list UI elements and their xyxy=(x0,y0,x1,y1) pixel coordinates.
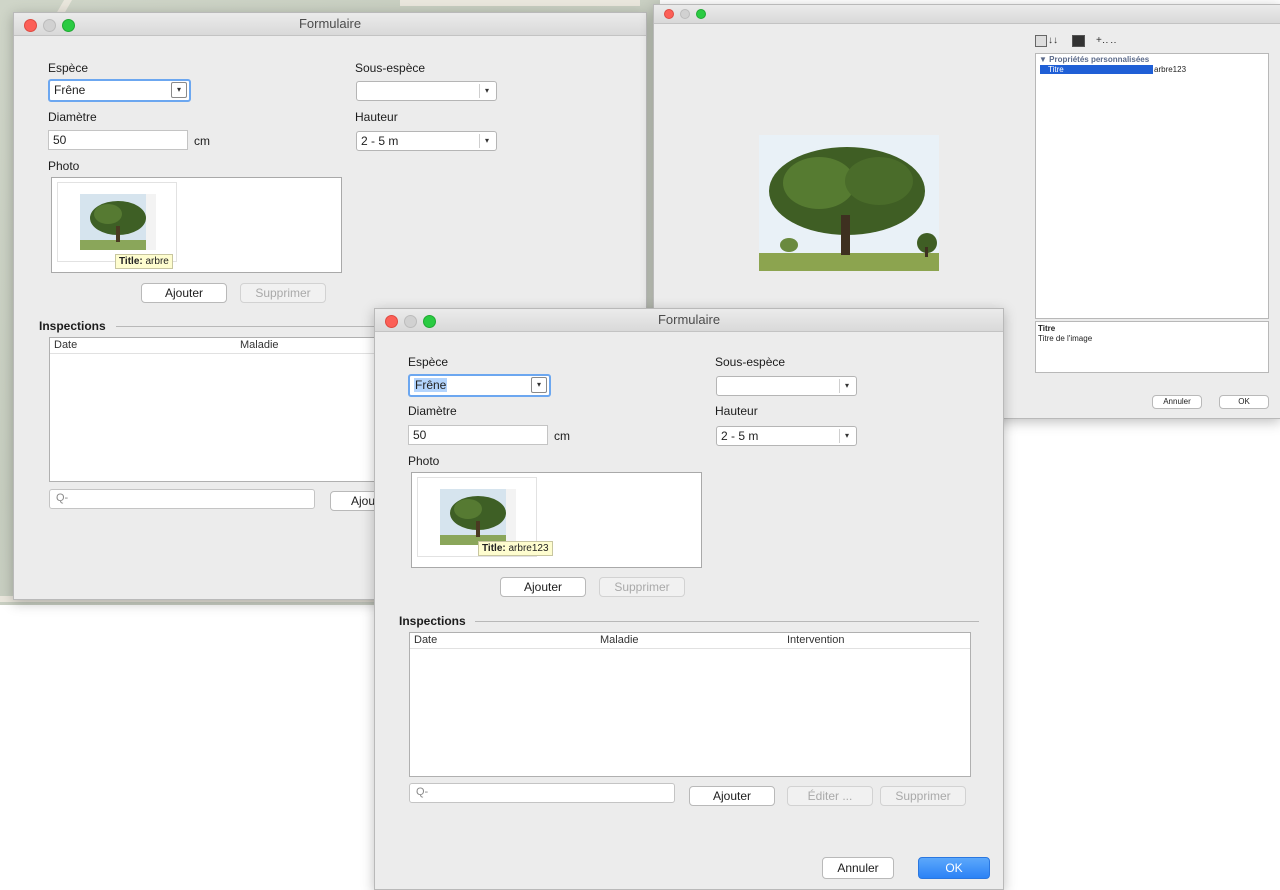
column-intervention[interactable]: Intervention xyxy=(787,634,844,646)
search-icon: Q- xyxy=(56,492,69,504)
ok-button[interactable]: OK xyxy=(1219,395,1269,409)
chevron-down-icon[interactable]: ▾ xyxy=(171,82,187,98)
inspections-table[interactable]: Date Maladie Intervention xyxy=(409,632,971,777)
diametre-value: 50 xyxy=(413,428,427,442)
hauteur-label: Hauteur xyxy=(355,110,398,124)
photo-thumbnail[interactable] xyxy=(57,182,177,262)
hauteur-label: Hauteur xyxy=(715,404,758,418)
search-icon: Q- xyxy=(416,786,429,798)
zoom-icon[interactable] xyxy=(696,9,706,19)
photo-list[interactable] xyxy=(51,177,342,273)
column-maladie[interactable]: Maladie xyxy=(240,339,279,351)
properties-tree[interactable]: ▼ Propriétés personnalisées Titre arbre1… xyxy=(1035,53,1269,319)
chevron-down-icon[interactable]: ▾ xyxy=(839,429,854,443)
desc-text: Titre de l'image xyxy=(1038,334,1093,343)
triangle-icon: ▼ xyxy=(1039,55,1047,64)
delete-photo-button[interactable]: Supprimer xyxy=(599,577,685,597)
chevron-down-icon[interactable]: ▾ xyxy=(479,84,494,98)
photo-label: Photo xyxy=(408,454,440,468)
search-input[interactable]: Q- xyxy=(409,783,675,803)
espece-combo[interactable]: Frêne ▾ xyxy=(408,374,551,397)
espece-value: Frêne xyxy=(414,378,448,392)
hauteur-value: 2 - 5 m xyxy=(361,134,399,148)
delete-photo-button[interactable]: Supprimer xyxy=(240,283,326,303)
hauteur-combo[interactable]: 2 - 5 m ▾ xyxy=(356,131,497,151)
window-title: Formulaire xyxy=(298,16,362,31)
edit-inspection-button[interactable]: Éditer ... xyxy=(787,786,873,806)
column-date[interactable]: Date xyxy=(54,339,77,351)
diametre-input[interactable]: 50 xyxy=(48,130,188,150)
photo-tooltip: Title: arbre xyxy=(115,254,173,269)
diametre-label: Diamètre xyxy=(48,110,97,124)
diametre-value: 50 xyxy=(53,133,67,147)
minimize-icon[interactable] xyxy=(43,19,56,32)
chevron-down-icon[interactable]: ▾ xyxy=(839,379,854,393)
tooltip-value: arbre123 xyxy=(508,543,549,554)
search-input[interactable]: Q- xyxy=(49,489,315,509)
categorized-icon[interactable] xyxy=(1035,35,1047,47)
expand-icon[interactable]: +‥ xyxy=(1096,35,1109,46)
sous-espece-combo[interactable]: ▾ xyxy=(716,376,857,396)
espece-label: Espèce xyxy=(48,61,89,75)
title-bar xyxy=(654,5,1280,24)
photo-tooltip: Title: arbre123 xyxy=(478,541,553,556)
property-key[interactable]: Titre xyxy=(1040,65,1153,74)
add-photo-button[interactable]: Ajouter xyxy=(500,577,586,597)
hauteur-combo[interactable]: 2 - 5 m ▾ xyxy=(716,426,857,446)
section-header[interactable]: ▼ Propriétés personnalisées xyxy=(1039,55,1149,64)
tooltip-value: arbre xyxy=(145,256,169,267)
form-window-front: Formulaire Espèce Frêne ▾ Sous-espèce ▾ … xyxy=(374,308,1004,890)
inspections-label: Inspections xyxy=(399,614,466,628)
hauteur-value: 2 - 5 m xyxy=(721,429,759,443)
espece-label: Espèce xyxy=(408,355,449,369)
close-icon[interactable] xyxy=(664,9,674,19)
column-maladie[interactable]: Maladie xyxy=(600,634,639,646)
table-header: Date Maladie Intervention xyxy=(410,633,970,649)
minimize-icon[interactable] xyxy=(404,315,417,328)
chevron-down-icon[interactable]: ▾ xyxy=(531,377,547,393)
separator xyxy=(475,621,979,622)
property-description: Titre Titre de l'image xyxy=(1035,321,1269,373)
diametre-unit: cm xyxy=(194,134,210,148)
minimize-icon[interactable] xyxy=(680,9,690,19)
column-date[interactable]: Date xyxy=(414,634,437,646)
tree-image xyxy=(440,489,516,545)
espece-value: Frêne xyxy=(54,83,86,97)
window-title: Formulaire xyxy=(657,312,721,327)
sort-icon[interactable]: ↓↓ xyxy=(1048,35,1058,46)
diametre-label: Diamètre xyxy=(408,404,457,418)
table-icon[interactable] xyxy=(1072,35,1085,47)
cancel-button[interactable]: Annuler xyxy=(1152,395,1202,409)
photo-label: Photo xyxy=(48,159,80,173)
tooltip-key: Title: xyxy=(482,543,506,554)
diametre-input[interactable]: 50 xyxy=(408,425,548,445)
tree-image xyxy=(80,194,156,250)
photo-list[interactable] xyxy=(411,472,702,568)
add-photo-button[interactable]: Ajouter xyxy=(141,283,227,303)
delete-inspection-button[interactable]: Supprimer xyxy=(880,786,966,806)
inspections-label: Inspections xyxy=(39,319,106,333)
close-icon[interactable] xyxy=(385,315,398,328)
zoom-icon[interactable] xyxy=(423,315,436,328)
ok-button[interactable]: OK xyxy=(918,857,990,879)
desc-title: Titre xyxy=(1038,324,1056,333)
sous-espece-combo[interactable]: ▾ xyxy=(356,81,497,101)
collapse-icon[interactable]: ‥ xyxy=(1110,35,1117,46)
zoom-icon[interactable] xyxy=(62,19,75,32)
tree-image-large xyxy=(759,135,939,271)
property-value[interactable]: arbre123 xyxy=(1154,65,1186,74)
section-title: Propriétés personnalisées xyxy=(1049,55,1150,64)
title-bar: Formulaire xyxy=(375,309,1003,332)
sous-espece-label: Sous-espèce xyxy=(355,61,426,75)
sous-espece-label: Sous-espèce xyxy=(715,355,786,369)
tooltip-key: Title: xyxy=(119,256,143,267)
title-bar: Formulaire xyxy=(14,13,646,36)
espece-combo[interactable]: Frêne ▾ xyxy=(48,79,191,102)
close-icon[interactable] xyxy=(24,19,37,32)
chevron-down-icon[interactable]: ▾ xyxy=(479,134,494,148)
add-inspection-button[interactable]: Ajouter xyxy=(689,786,775,806)
cancel-button[interactable]: Annuler xyxy=(822,857,894,879)
diametre-unit: cm xyxy=(554,429,570,443)
